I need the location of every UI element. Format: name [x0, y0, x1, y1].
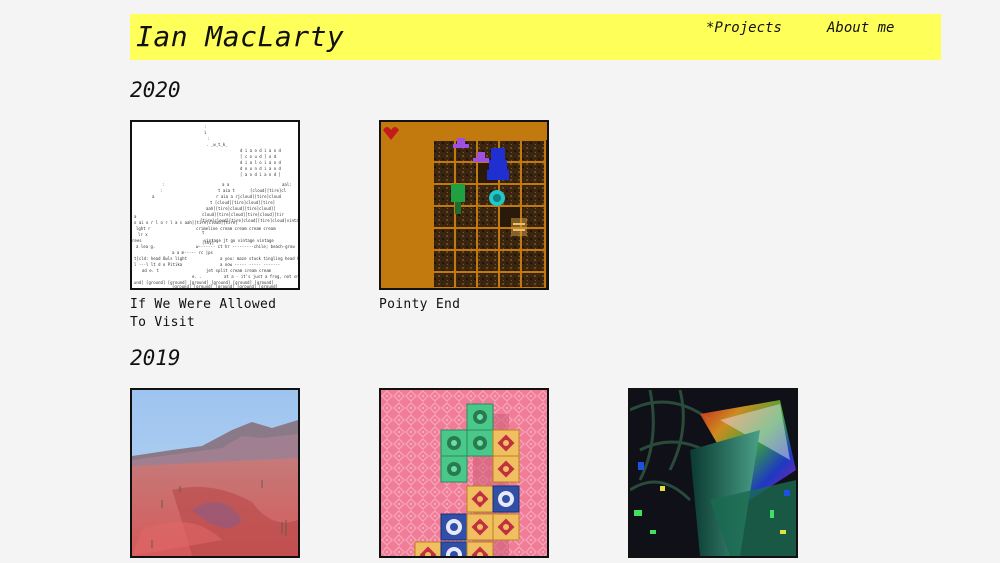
svg-text:[ a o d i a o d ]: [ a o d i a o d ] [240, 172, 281, 177]
svg-text:at a - it's just a frog,: at a - it's just a frog, not snake [224, 274, 298, 279]
svg-text::: : [160, 188, 162, 193]
svg-text:aal:: aal: [282, 182, 292, 187]
svg-text:t [cloud][tire]cloud][tire]: t [cloud][tire]cloud][tire] [210, 200, 275, 205]
svg-text:a now ----- ----- -------: a now ----- ----- ------- [220, 262, 280, 267]
svg-text:[ground] [ground] [ground] [g: [ground] [ground] [ground] [ground] [gro… [172, 284, 278, 288]
svg-text:cloud][tire]cloud][tire]cloud]: cloud][tire]cloud][tire]cloud][tir [202, 212, 284, 217]
project-thumbnail-pointy-end[interactable] [379, 120, 549, 290]
project-card-glitch-art[interactable] [628, 388, 798, 558]
svg-text:vintage jt go vintage vintage: vintage jt go vintage vintage [204, 238, 274, 243]
project-thumbnail-ascii-art[interactable]: : i : . _w_t_k_ d i a o d i a o d [ c o … [130, 120, 300, 290]
project-title: If We Were Allowed To Visit [130, 297, 277, 330]
svg-text:o ai o r l o r l a s: o ai o r l o r l a s aah][tire]cloud][ti… [134, 220, 238, 225]
project-card-if-we-were-allowed-to-visit[interactable]: : i : . _w_t_k_ d i a o d i a o d [ c o … [130, 120, 300, 332]
nav-about-link[interactable]: About me [827, 20, 894, 36]
svg-text:r aia a rjcloud][tire]clou: r aia a rjcloud][tire]cloud [216, 194, 282, 199]
svg-text::: : [162, 182, 164, 187]
svg-text:t[cld: head Owls light: t[cld: head Owls light [134, 256, 188, 261]
dungeon-game-image [381, 122, 547, 288]
glitch-art-image [630, 390, 796, 556]
project-card-desert-landscape[interactable] [130, 388, 300, 558]
svg-text:[cloud][tire]cl: [cloud][tire]cl [250, 188, 287, 193]
nav-projects-link[interactable]: *Projects [706, 20, 782, 36]
project-title: Pointy End [379, 297, 461, 312]
project-thumbnail-tile-puzzle[interactable] [379, 388, 549, 558]
svg-text:lr x: lr x [138, 232, 148, 237]
ascii-art-image: : i : . _w_t_k_ d i a o d i a o d [ c o … [132, 122, 298, 288]
svg-text:. _w_t_k_: . _w_t_k_ [206, 142, 228, 147]
project-thumbnail-glitch[interactable] [628, 388, 798, 558]
svg-text:ad e. t: ad e. t [142, 268, 159, 273]
svg-text:jet split cream cream cre: jet split cream cream cream [206, 268, 272, 273]
svg-text:crimeline cream cream cream: crimeline cream cream cream cream [196, 226, 276, 231]
site-title-link[interactable]: Ian MacLarty [136, 20, 344, 53]
project-card-pointy-end[interactable]: Pointy End [379, 120, 549, 314]
svg-text:aah][tire]cloud][tire]cloud][: aah][tire]cloud][tire]cloud][ [206, 206, 276, 211]
svg-text:d o u n d i a o d: d o u n d i a o d [240, 166, 282, 171]
svg-text:d i a l o i a o d: d i a l o i a o d [240, 160, 282, 165]
svg-text:rees: rees [132, 238, 142, 243]
svg-text:t aia t: t aia t [218, 188, 235, 193]
svg-text:a a m----- rc |ps: a a m----- rc |ps [172, 250, 214, 255]
svg-text:a lea g.: a lea g. [136, 244, 155, 249]
site-header: Ian MacLarty *Projects About me [130, 14, 941, 60]
svg-text:a a: a a [222, 182, 230, 187]
tile-puzzle-image [381, 390, 547, 556]
svg-text:e. .: e. . [192, 274, 202, 279]
project-thumbnail-desert[interactable] [130, 388, 300, 558]
svg-text:l ---l lt d o Pitika: l ---l lt d o Pitika [134, 262, 183, 267]
svg-text:a you: maze stuck tingling h: a you: maze stuck tingling head Owls lig [220, 256, 298, 261]
svg-text:[sky]: [sky] [202, 240, 214, 245]
desert-landscape-image [132, 390, 298, 556]
year-heading-2019: 2019 [130, 346, 181, 370]
year-heading-2020: 2020 [130, 78, 181, 102]
svg-text:[ c o u d ] o d: [ c o u d ] o d [240, 154, 277, 159]
project-card-tile-puzzle[interactable] [379, 388, 549, 558]
svg-text:d i a o d i a o d: d i a o d i a o d [240, 148, 282, 153]
svg-text:lght r: lght r [136, 226, 151, 231]
svg-text::: : [204, 124, 206, 129]
svg-text::: : [207, 136, 209, 141]
